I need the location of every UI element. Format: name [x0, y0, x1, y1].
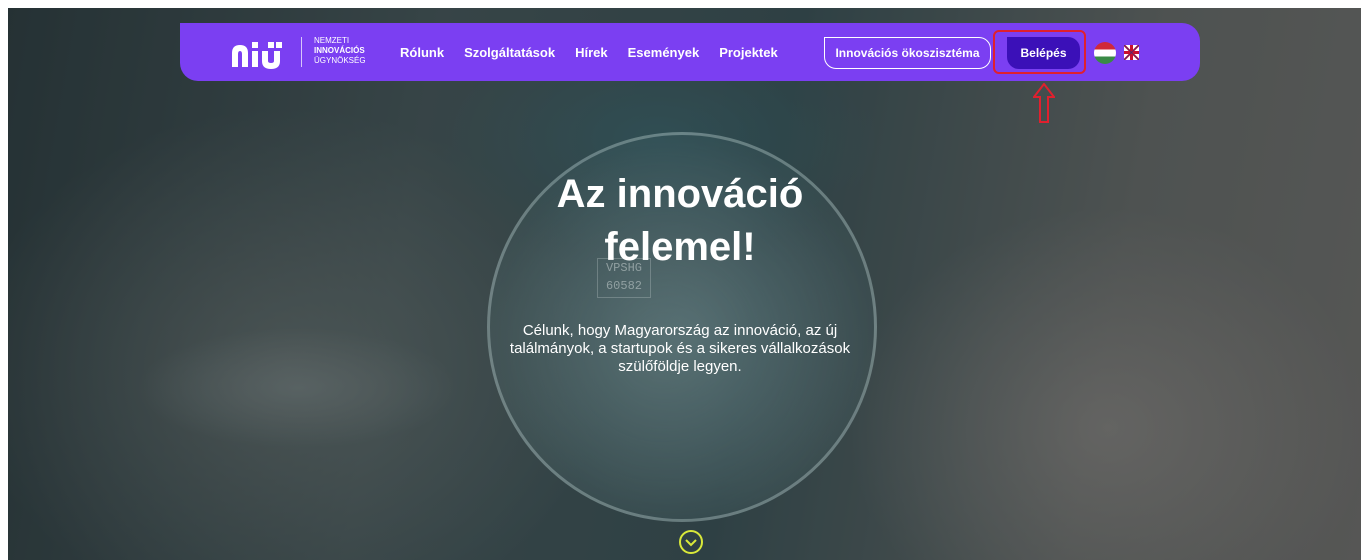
- agency-name: NEMZETI INNOVÁCIÓS ÜGYNÖKSÉG: [314, 36, 366, 65]
- ecosystem-button[interactable]: Innovációs ökoszisztéma: [824, 37, 991, 69]
- hero-subtitle: Célunk, hogy Magyarország az innováció, …: [509, 322, 851, 375]
- nav-link-projektek[interactable]: Projektek: [719, 45, 778, 60]
- nav-links: Rólunk Szolgáltatások Hírek Események Pr…: [400, 45, 798, 60]
- logo-divider: [301, 37, 302, 67]
- nav-link-szolgaltatasok[interactable]: Szolgáltatások: [464, 45, 555, 60]
- hero-title: Az innováció felemel!: [556, 172, 804, 269]
- nav-link-hirek[interactable]: Hírek: [575, 45, 608, 60]
- hungarian-flag-icon[interactable]: [1094, 42, 1116, 64]
- hero-content: Az innováció felemel! Célunk, hogy Magya…: [480, 168, 880, 376]
- nav-link-esemenyek[interactable]: Események: [628, 45, 700, 60]
- nav-link-rolunk[interactable]: Rólunk: [400, 45, 444, 60]
- scroll-down-chevron-icon[interactable]: [679, 530, 703, 554]
- login-highlight-box: [993, 30, 1086, 74]
- niu-logo[interactable]: [230, 39, 290, 69]
- up-arrow-annotation-icon: [1031, 82, 1057, 123]
- uk-flag-icon[interactable]: [1123, 44, 1140, 61]
